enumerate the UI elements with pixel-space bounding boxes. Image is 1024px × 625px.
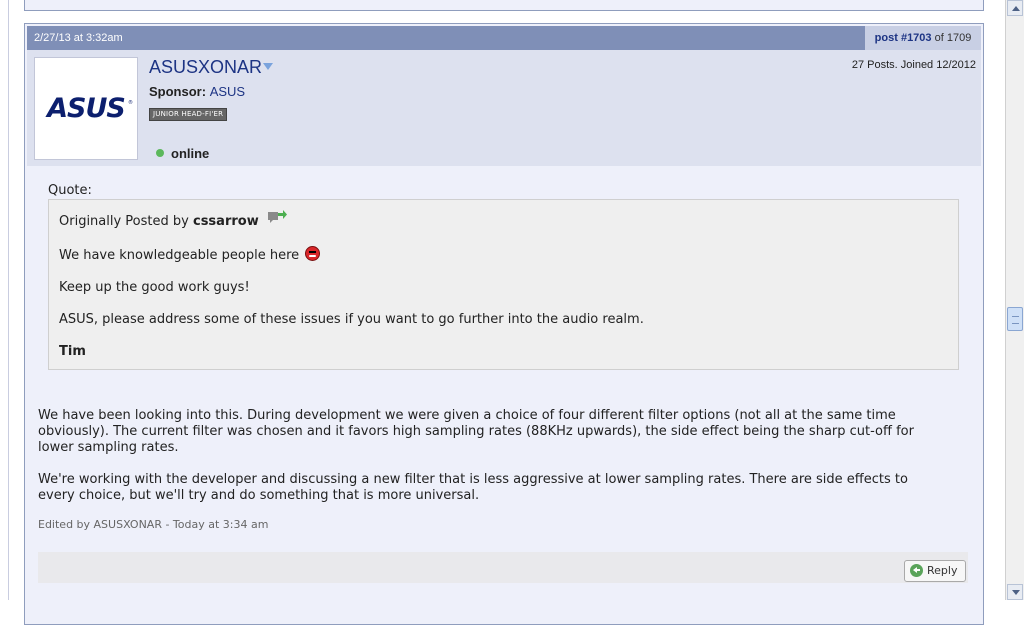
quote-line: Keep up the good work guys! [59, 280, 250, 295]
svg-text:®: ® [128, 99, 133, 106]
view-post-icon[interactable] [267, 209, 287, 223]
post-number-link[interactable]: post #1703 [875, 32, 932, 44]
post-date: 2/27/13 at 3:32am [34, 32, 123, 44]
angry-smiley-icon [305, 246, 320, 261]
sponsor-link[interactable]: ASUS [210, 84, 245, 99]
post-header: 2/27/13 at 3:32am post #1703 of 1709 [27, 26, 981, 50]
quote-signature: Tim [59, 344, 86, 359]
left-border [8, 0, 9, 600]
scroll-up-icon[interactable] [1007, 0, 1023, 16]
post-body-paragraph: We're working with the developer and dis… [38, 472, 908, 503]
reply-icon [910, 564, 923, 577]
user-stats: 27 Posts. Joined 12/2012 [851, 59, 976, 71]
user-panel: ASUS ® ASUSXONAR Sponsor: ASUS JUNIOR HE… [27, 50, 981, 166]
avatar[interactable]: ASUS ® [34, 57, 138, 160]
asus-logo: ASUS ® [45, 93, 133, 124]
post-number: post #1703 of 1709 [865, 26, 981, 50]
reply-button[interactable]: Reply [904, 560, 966, 582]
post-footer: Reply [38, 552, 968, 583]
online-status: online [171, 146, 210, 161]
quote-attribution: Originally Posted by cssarrow [59, 214, 259, 229]
quote-line: We have knowledgeable people here [59, 248, 300, 263]
scroll-thumb[interactable] [1007, 307, 1023, 331]
online-dot-icon [156, 149, 164, 157]
scroll-down-icon[interactable] [1007, 584, 1023, 600]
post-body-paragraph: We have been looking into this. During d… [38, 408, 914, 455]
asus-logo-text: ASUS [45, 93, 125, 124]
quote-box: Originally Posted by cssarrow We have kn… [48, 199, 959, 370]
previous-post-footer [24, 0, 984, 11]
sponsor-label: Sponsor: [149, 84, 207, 99]
vertical-scrollbar[interactable] [1005, 0, 1024, 600]
quote-author: cssarrow [192, 214, 259, 229]
username[interactable]: ASUSXONAR [149, 57, 262, 78]
quote-line: ASUS, please address some of these issue… [59, 312, 644, 327]
sponsor-line: Sponsor: ASUS [149, 84, 245, 99]
post-total: of 1709 [934, 32, 972, 44]
reply-label: Reply [927, 564, 958, 577]
originally-posted-by: Originally Posted by [59, 214, 189, 229]
edited-note: Edited by ASUSXONAR - Today at 3:34 am [38, 518, 269, 531]
quote-label: Quote: [48, 183, 92, 198]
rank-badge: JUNIOR HEAD-FI'ER [149, 108, 228, 121]
triangle-down-icon[interactable] [263, 63, 273, 70]
